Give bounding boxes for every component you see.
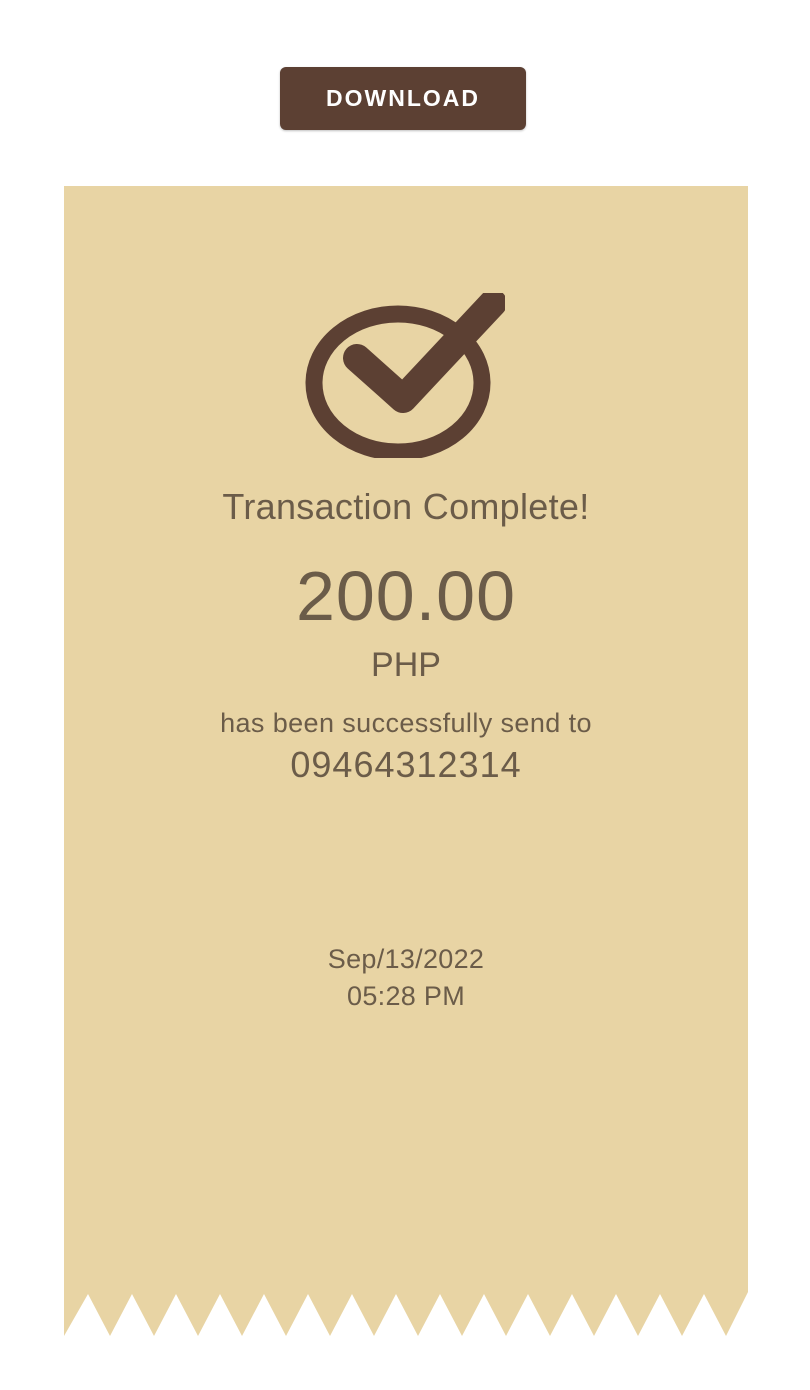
recipient-number: 09464312314 <box>290 744 522 785</box>
currency-label: PHP <box>371 646 441 684</box>
receipt-card: Transaction Complete! 200.00 PHP has bee… <box>64 186 748 1336</box>
transaction-amount: 200.00 <box>295 557 517 635</box>
transaction-date: Sep/13/2022 <box>327 944 485 974</box>
transaction-time: 05:28 PM <box>347 981 465 1011</box>
success-message: has been successfully send to <box>220 708 592 738</box>
transaction-title: Transaction Complete! <box>222 486 590 527</box>
download-button[interactable]: DOWNLOAD <box>280 67 526 130</box>
check-circle-icon <box>305 293 505 458</box>
